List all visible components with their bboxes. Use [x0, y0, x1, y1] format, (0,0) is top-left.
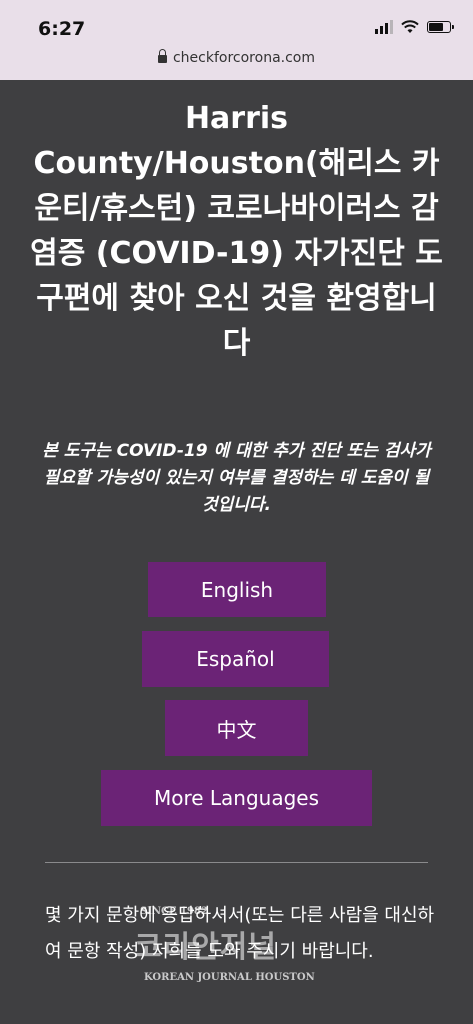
watermark-subtitle: KOREAN JOURNAL HOUSTON [144, 972, 315, 983]
language-button-espanol[interactable]: Español [142, 631, 329, 687]
wifi-icon [401, 20, 419, 33]
battery-icon [427, 21, 454, 33]
status-icons [375, 20, 454, 34]
more-languages-button[interactable]: More Languages [101, 770, 372, 826]
lock-icon [157, 49, 167, 63]
page-title: Harris County/Houston(해리스 카운티/휴스턴) 코로나바이… [30, 101, 443, 361]
status-time: 6:27 [38, 18, 86, 40]
page-subtitle: 본 도구는 COVID-19 에 대한 추가 진단 또는 검사가 필요할 가능성… [42, 441, 431, 515]
language-button-chinese[interactable]: 中文 [165, 700, 308, 756]
cellular-signal-icon [375, 20, 393, 34]
section-divider [45, 862, 428, 863]
url-text: checkforcorona.com [172, 50, 315, 66]
language-button-english[interactable]: English [148, 562, 326, 617]
browser-top-bar: 6:27 checkforcorona.com [0, 0, 473, 80]
instruction-text: 몇 가지 문항에 응답하셔서(또는 다른 사람을 대신하여 문항 작성) 저희를… [45, 905, 435, 962]
address-bar[interactable]: checkforcorona.com [0, 49, 473, 66]
